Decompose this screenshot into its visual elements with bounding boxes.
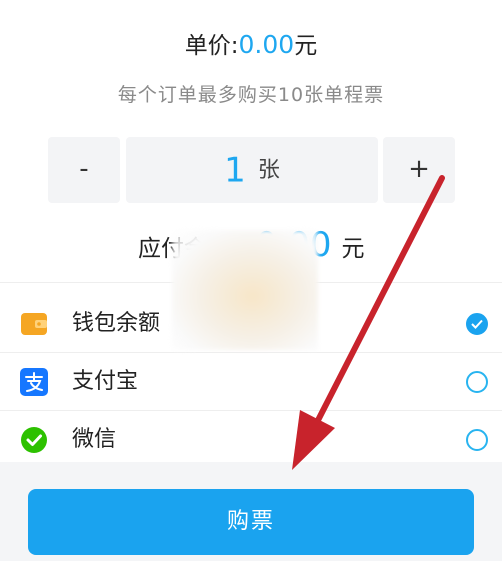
- quantity-value: 1: [224, 150, 246, 191]
- quantity-unit: 张: [257, 157, 280, 183]
- buy-ticket-button[interactable]: 购票: [28, 489, 474, 555]
- wechat-icon: [21, 427, 47, 453]
- unit-price-label: 单价:: [184, 33, 239, 59]
- unit-price-value: 0.00: [238, 30, 295, 59]
- check-icon: [471, 319, 483, 329]
- payment-option-alipay[interactable]: 支付宝: [0, 353, 502, 411]
- payment-option-label: 支付宝: [72, 369, 139, 394]
- radio-unselected[interactable]: [466, 429, 488, 451]
- radio-selected[interactable]: [466, 313, 488, 335]
- total-currency: 元: [341, 236, 365, 262]
- wallet-icon: [21, 313, 47, 335]
- increase-button[interactable]: +: [383, 137, 455, 203]
- payment-option-label: 钱包余额: [72, 311, 161, 336]
- unit-price-currency: 元: [294, 33, 318, 59]
- payment-option-label: 微信: [72, 427, 117, 452]
- payment-option-wechat[interactable]: 微信: [0, 411, 502, 469]
- decrease-button[interactable]: -: [48, 137, 120, 203]
- purchase-limit-note: 每个订单最多购买10张单程票: [117, 84, 385, 106]
- quantity-display: 1张: [126, 137, 378, 203]
- unit-price: 单价:0.00元: [0, 28, 502, 62]
- alipay-icon: [20, 368, 48, 396]
- quantity-stepper: - 1张 +: [0, 137, 502, 203]
- blurred-overlay: [172, 230, 318, 350]
- radio-unselected[interactable]: [466, 371, 488, 393]
